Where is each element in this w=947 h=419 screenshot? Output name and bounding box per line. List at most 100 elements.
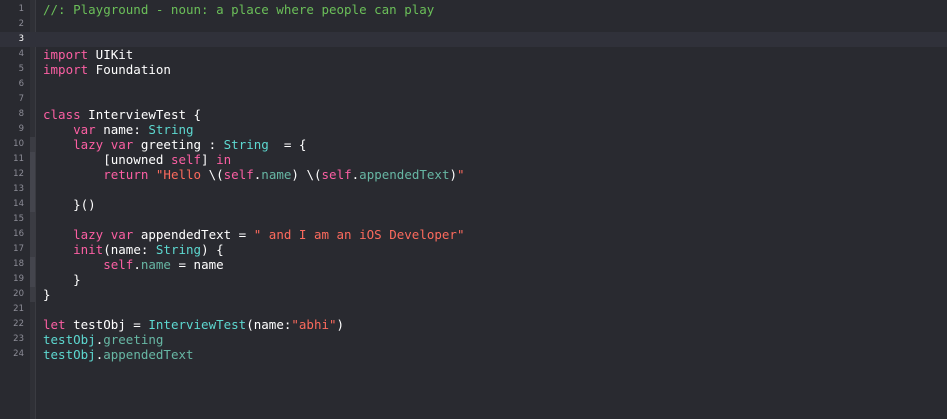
code-line[interactable]: 3 <box>0 32 947 47</box>
code-line[interactable]: 10 lazy var greeting : String = { <box>0 137 947 152</box>
code-token: }() <box>43 197 96 212</box>
code-line[interactable]: 12 return "Hello \(self.name) \(self.app… <box>0 167 947 182</box>
line-number: 9 <box>18 124 24 134</box>
code-token: //: Playground - noun: a place where peo… <box>43 2 435 17</box>
code-token: . <box>133 257 141 272</box>
code-text: import Foundation <box>43 62 171 77</box>
code-line[interactable]: 11 [unowned self] in <box>0 152 947 167</box>
code-token: String <box>155 242 202 257</box>
code-token: " and I am an iOS Developer" <box>253 227 465 242</box>
code-editor[interactable]: 1 //: Playground - noun: a place where pe… <box>0 0 947 419</box>
code-line[interactable]: 9 var name: String <box>0 122 947 137</box>
code-text: var name: String <box>43 122 194 137</box>
code-text: } <box>43 272 81 287</box>
code-token: self <box>321 167 352 182</box>
code-line[interactable]: 19 } <box>0 272 947 287</box>
code-token: init <box>73 242 104 257</box>
code-token: InterviewTest { <box>80 107 202 122</box>
code-line[interactable]: 2 <box>0 17 947 32</box>
code-text: [unowned self] in <box>43 152 231 167</box>
code-token: = { <box>268 137 307 152</box>
code-line[interactable]: 14 }() <box>0 197 947 212</box>
code-line[interactable]: 4 import UIKit <box>0 47 947 62</box>
line-number: 1 <box>18 4 24 14</box>
code-token: lazy <box>73 227 104 242</box>
code-token: testObj = <box>65 317 149 332</box>
line-number: 19 <box>13 274 24 284</box>
code-token: import <box>43 62 89 77</box>
code-token: var <box>110 227 134 242</box>
code-line[interactable]: 15 <box>0 212 947 227</box>
code-token: self <box>223 167 254 182</box>
code-text: lazy var greeting : String = { <box>43 137 306 152</box>
line-number: 4 <box>18 49 24 59</box>
code-line[interactable]: 22 let testObj = InterviewTest(name:"abhi… <box>0 317 947 332</box>
code-token: testObj <box>43 347 96 362</box>
code-line[interactable]: 21 <box>0 302 947 317</box>
line-number: 22 <box>13 319 24 329</box>
code-token: self <box>103 257 134 272</box>
code-token: let <box>43 317 66 332</box>
code-line[interactable]: 23 testObj.greeting <box>0 332 947 347</box>
code-line[interactable]: 13 <box>0 182 947 197</box>
code-token: greeting <box>103 332 164 347</box>
line-number: 8 <box>18 109 24 119</box>
code-text: }() <box>43 197 96 212</box>
line-number: 16 <box>13 229 24 239</box>
line-number: 21 <box>13 304 24 314</box>
code-token: name <box>261 167 292 182</box>
code-line[interactable]: 20} <box>0 287 947 302</box>
code-line[interactable]: 17 init(name: String) { <box>0 242 947 257</box>
code-token: var <box>110 137 134 152</box>
code-token: String <box>148 122 194 137</box>
code-token: ) <box>291 167 307 182</box>
line-number: 20 <box>13 289 24 299</box>
code-text: return "Hello \(self.name) \(self.append… <box>43 167 464 182</box>
code-line[interactable]: 1 //: Playground - noun: a place where pe… <box>0 2 947 17</box>
code-token: appendedText <box>359 167 450 182</box>
code-text: init(name: String) { <box>43 242 224 257</box>
code-token: self <box>170 152 202 167</box>
code-text: let testObj = InterviewTest(name:"abhi") <box>43 317 344 332</box>
line-number: 18 <box>13 259 24 269</box>
line-number: 24 <box>13 349 24 359</box>
code-token: name: <box>95 122 149 137</box>
code-line[interactable]: 6 <box>0 77 947 92</box>
code-lines[interactable]: 1 //: Playground - noun: a place where pe… <box>0 2 947 362</box>
code-line[interactable]: 24 testObj.appendedText <box>0 347 947 362</box>
code-token: ] <box>201 152 217 167</box>
code-text: self.name = name <box>43 257 224 272</box>
line-number: 17 <box>13 244 24 254</box>
line-number: 13 <box>13 184 24 194</box>
code-line[interactable]: 8 class InterviewTest { <box>0 107 947 122</box>
code-token: import <box>43 47 89 62</box>
code-line[interactable]: 16 lazy var appendedText = " and I am an… <box>0 227 947 242</box>
code-token: = name <box>170 257 224 272</box>
code-token: return <box>103 167 149 182</box>
code-token: ) <box>449 167 458 182</box>
code-line[interactable]: 18 self.name = name <box>0 257 947 272</box>
code-token: \( <box>306 167 322 182</box>
line-number: 15 <box>13 214 24 224</box>
code-token: \( <box>208 167 224 182</box>
line-number: 7 <box>18 94 24 104</box>
code-line[interactable]: 7 <box>0 92 947 107</box>
code-token: UIKit <box>88 47 134 62</box>
code-token: } <box>43 272 81 287</box>
code-token: "Hello <box>148 167 209 182</box>
line-number: 10 <box>13 139 24 149</box>
code-token: (name: <box>103 242 156 257</box>
code-token: greeting : <box>133 137 224 152</box>
line-number: 2 <box>18 19 24 29</box>
line-number: 14 <box>13 199 24 209</box>
code-token: in <box>216 152 232 167</box>
code-text: import UIKit <box>43 47 133 62</box>
code-line[interactable]: 5 import Foundation <box>0 62 947 77</box>
